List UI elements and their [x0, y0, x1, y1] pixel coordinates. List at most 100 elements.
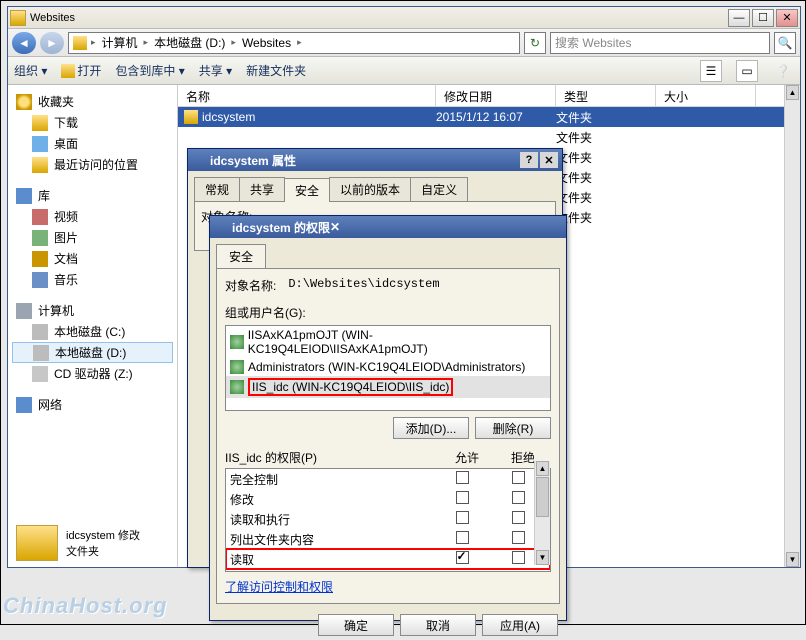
dialog-title: idcsystem 的权限: [232, 219, 330, 236]
breadcrumb[interactable]: Websites: [240, 36, 293, 50]
nav-videos[interactable]: 视频: [12, 206, 173, 227]
folder-icon: [184, 110, 198, 124]
dialog-title: idcsystem 属性: [210, 152, 296, 169]
help-button[interactable]: ?: [520, 152, 538, 168]
search-input[interactable]: 搜索 Websites: [550, 32, 770, 54]
tab-share[interactable]: 共享: [239, 177, 285, 201]
allow-checkbox[interactable]: [456, 511, 469, 524]
status-name: idcsystem 修改: [66, 527, 140, 543]
tab-custom[interactable]: 自定义: [410, 177, 468, 201]
refresh-button[interactable]: ↻: [524, 32, 546, 54]
perm-row: 修改: [226, 489, 550, 509]
list-item[interactable]: 文件夹: [178, 127, 800, 147]
nav-disk-c[interactable]: 本地磁盘 (C:): [12, 321, 173, 342]
perm-header: IIS_idc 的权限(P): [225, 449, 317, 466]
col-modified[interactable]: 修改日期: [436, 85, 556, 106]
scroll-down[interactable]: ▼: [786, 552, 799, 567]
allow-checkbox[interactable]: [456, 491, 469, 504]
ok-button[interactable]: 确定: [318, 614, 394, 636]
col-size[interactable]: 大小: [656, 85, 756, 106]
col-type[interactable]: 类型: [556, 85, 656, 106]
folder-icon: [61, 64, 75, 78]
user-item[interactable]: IISAxKA1pmOJT (WIN-KC19Q4LEIOD\IISAxKA1p…: [226, 326, 550, 358]
remove-button[interactable]: 删除(R): [475, 417, 551, 439]
titlebar: Websites — ☐ ✕: [8, 7, 800, 29]
allow-header: 允许: [439, 449, 495, 466]
include-menu[interactable]: 包含到库中 ▾: [115, 62, 184, 79]
allow-checkbox[interactable]: [456, 551, 469, 564]
watermark: ChinaHost.org: [3, 593, 168, 619]
user-item[interactable]: IIS_idc (WIN-KC19Q4LEIOD\IIS_idc): [226, 376, 550, 398]
deny-checkbox[interactable]: [512, 491, 525, 504]
nav-network[interactable]: 网络: [12, 394, 173, 415]
scroll-thumb[interactable]: [536, 477, 549, 517]
breadcrumb[interactable]: 本地磁盘 (D:): [152, 34, 227, 51]
organize-menu[interactable]: 组织 ▾: [14, 62, 47, 79]
tab-previous[interactable]: 以前的版本: [329, 177, 411, 201]
apply-button[interactable]: 应用(A): [482, 614, 558, 636]
deny-checkbox[interactable]: [512, 551, 525, 564]
document-icon: [32, 251, 48, 267]
deny-checkbox[interactable]: [512, 531, 525, 544]
nav-documents[interactable]: 文档: [12, 248, 173, 269]
back-button[interactable]: ◄: [12, 32, 36, 54]
perm-row: 读取: [226, 549, 550, 569]
newfolder-button[interactable]: 新建文件夹: [246, 62, 306, 79]
status-bar: idcsystem 修改 文件夹: [16, 525, 140, 561]
breadcrumb[interactable]: 计算机: [100, 34, 140, 51]
address-field[interactable]: ▸ 计算机 ▸ 本地磁盘 (D:) ▸ Websites ▸: [68, 32, 520, 54]
add-button[interactable]: 添加(D)...: [393, 417, 469, 439]
nav-libraries[interactable]: 库: [12, 185, 173, 206]
tab-general[interactable]: 常规: [194, 177, 240, 201]
network-icon: [16, 397, 32, 413]
preview-pane-icon[interactable]: ▭: [736, 60, 758, 82]
scroll-up[interactable]: ▲: [786, 85, 799, 100]
nav-music[interactable]: 音乐: [12, 269, 173, 290]
folder-icon: [214, 220, 228, 234]
allow-checkbox[interactable]: [456, 531, 469, 544]
nav-computer[interactable]: 计算机: [12, 300, 173, 321]
allow-checkbox[interactable]: [456, 471, 469, 484]
nav-downloads[interactable]: 下载: [12, 112, 173, 133]
open-button[interactable]: 打开: [61, 62, 101, 79]
dialog-titlebar: idcsystem 属性 ? ✕: [188, 149, 562, 171]
scroll-down[interactable]: ▼: [536, 550, 549, 565]
tab-security[interactable]: 安全: [284, 178, 330, 202]
objname-label: 对象名称:: [225, 277, 276, 294]
close-button[interactable]: ✕: [330, 220, 340, 234]
column-header: 名称 修改日期 类型 大小: [178, 85, 800, 107]
view-icon[interactable]: ☰: [700, 60, 722, 82]
scroll-up[interactable]: ▲: [536, 461, 549, 476]
user-icon: [230, 335, 244, 349]
minimize-button[interactable]: —: [728, 9, 750, 27]
user-list[interactable]: IISAxKA1pmOJT (WIN-KC19Q4LEIOD\IISAxKA1p…: [225, 325, 551, 411]
learn-link[interactable]: 了解访问控制和权限: [225, 580, 333, 594]
nav-cd-z[interactable]: CD 驱动器 (Z:): [12, 363, 173, 384]
download-icon: [32, 115, 48, 131]
tab-security[interactable]: 安全: [216, 244, 266, 268]
user-item[interactable]: Administrators (WIN-KC19Q4LEIOD\Administ…: [226, 358, 550, 376]
computer-icon: [16, 303, 32, 319]
forward-button[interactable]: ►: [40, 32, 64, 54]
list-item[interactable]: idcsystem 2015/1/12 16:07 文件夹: [178, 107, 800, 127]
deny-checkbox[interactable]: [512, 471, 525, 484]
scrollbar[interactable]: ▲ ▼: [534, 461, 550, 565]
help-icon[interactable]: ❔: [772, 60, 794, 82]
desktop-icon: [32, 136, 48, 152]
disk-icon: [32, 324, 48, 340]
nav-disk-d[interactable]: 本地磁盘 (D:): [12, 342, 173, 363]
deny-checkbox[interactable]: [512, 511, 525, 524]
nav-recent[interactable]: 最近访问的位置: [12, 154, 173, 175]
permissions-dialog: idcsystem 的权限 ✕ 安全 对象名称: D:\Websites\idc…: [209, 215, 567, 621]
nav-desktop[interactable]: 桌面: [12, 133, 173, 154]
cancel-button[interactable]: 取消: [400, 614, 476, 636]
maximize-button[interactable]: ☐: [752, 9, 774, 27]
nav-favorites[interactable]: 收藏夹: [12, 91, 173, 112]
close-button[interactable]: ✕: [540, 152, 558, 168]
nav-pictures[interactable]: 图片: [12, 227, 173, 248]
share-menu[interactable]: 共享 ▾: [199, 62, 232, 79]
scrollbar[interactable]: ▲ ▼: [784, 85, 800, 567]
col-name[interactable]: 名称: [178, 85, 436, 106]
close-button[interactable]: ✕: [776, 9, 798, 27]
search-icon[interactable]: 🔍: [774, 32, 796, 54]
